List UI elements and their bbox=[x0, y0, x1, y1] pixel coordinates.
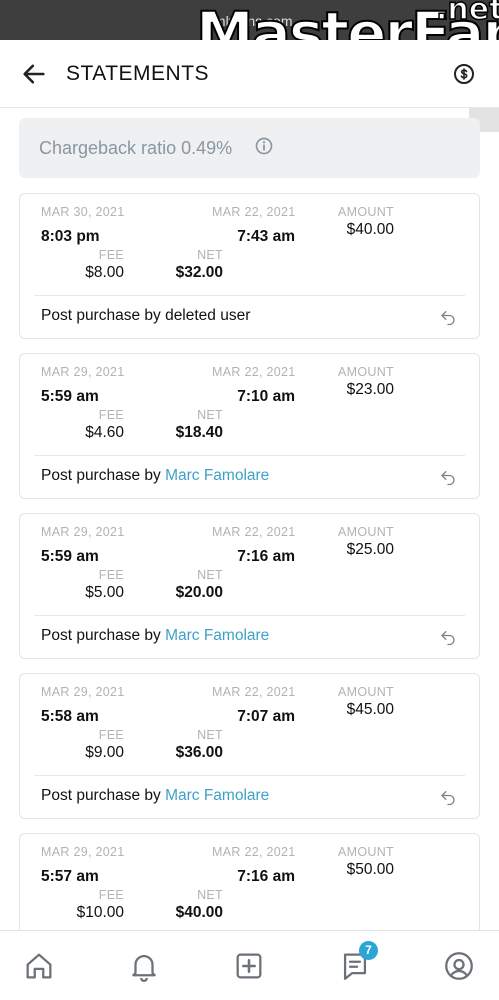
fee-value: $5.00 bbox=[85, 584, 124, 601]
transaction-date: MAR 29, 2021 bbox=[41, 525, 125, 539]
profile-icon[interactable] bbox=[442, 949, 476, 983]
release-time: 7:07 am bbox=[237, 708, 295, 725]
user-link[interactable]: Marc Famolare bbox=[165, 627, 269, 644]
transaction-date: MAR 30, 2021 bbox=[41, 205, 125, 219]
amount-value: $40.00 bbox=[346, 221, 394, 238]
amount-label: AMOUNT bbox=[338, 685, 394, 699]
amount-label: AMOUNT bbox=[338, 845, 394, 859]
net-label: NET bbox=[197, 408, 223, 422]
net-value: $20.00 bbox=[175, 584, 223, 601]
fee-value: $10.00 bbox=[76, 904, 124, 921]
transaction-description: Post purchase by Marc Famolare bbox=[41, 467, 269, 485]
transaction-description: Post purchase by deleted user bbox=[41, 307, 250, 325]
chargeback-ratio-banner: Chargeback ratio 0.49% bbox=[19, 118, 480, 178]
undo-icon[interactable] bbox=[439, 788, 457, 806]
card-divider bbox=[34, 295, 465, 296]
transaction-card[interactable]: MAR 29, 2021 5:59 am MAR 22, 2021 7:16 am AM… bbox=[19, 513, 480, 659]
fee-label: FEE bbox=[98, 408, 124, 422]
amount-value: $25.00 bbox=[346, 541, 394, 558]
chargeback-text: Chargeback ratio 0.49% bbox=[39, 138, 233, 158]
net-label: NET bbox=[197, 248, 223, 262]
amount-value: $50.00 bbox=[346, 861, 394, 878]
net-label: NET bbox=[197, 888, 223, 902]
release-date: MAR 22, 2021 bbox=[212, 365, 296, 379]
card-divider bbox=[34, 455, 465, 456]
release-time: 7:16 am bbox=[237, 868, 295, 885]
fee-label: FEE bbox=[98, 568, 124, 582]
transaction-description: Post purchase by Marc Famolare bbox=[41, 787, 269, 805]
description-text: Post purchase by deleted user bbox=[41, 307, 251, 324]
transaction-description: Post purchase by Marc Famolare bbox=[41, 627, 269, 645]
net-label: NET bbox=[197, 568, 223, 582]
description-text: Post purchase by bbox=[41, 467, 166, 484]
release-time: 7:43 am bbox=[237, 228, 295, 245]
fee-label: FEE bbox=[98, 248, 124, 262]
dollar-refresh-icon[interactable] bbox=[452, 62, 476, 86]
release-date: MAR 22, 2021 bbox=[212, 525, 296, 539]
release-time: 7:16 am bbox=[237, 548, 295, 565]
transaction-time: 5:59 am bbox=[41, 388, 99, 405]
plus-square-icon[interactable] bbox=[232, 949, 266, 983]
messages-badge: 7 bbox=[359, 941, 378, 960]
undo-icon[interactable] bbox=[439, 628, 457, 646]
net-value: $32.00 bbox=[175, 264, 223, 281]
transaction-date: MAR 29, 2021 bbox=[41, 685, 125, 699]
home-icon[interactable] bbox=[22, 949, 56, 983]
back-arrow-icon[interactable] bbox=[20, 60, 48, 88]
fee-value: $9.00 bbox=[85, 744, 124, 761]
transaction-time: 5:59 am bbox=[41, 548, 99, 565]
amount-value: $45.00 bbox=[346, 701, 394, 718]
fee-value: $8.00 bbox=[85, 264, 124, 281]
amount-value: $23.00 bbox=[346, 381, 394, 398]
fee-label: FEE bbox=[98, 728, 124, 742]
transaction-time: 8:03 pm bbox=[41, 228, 100, 245]
net-value: $18.40 bbox=[175, 424, 223, 441]
amount-label: AMOUNT bbox=[338, 525, 394, 539]
watermark-suffix: .net bbox=[435, 0, 499, 28]
description-text: Post purchase by bbox=[41, 627, 166, 644]
bell-icon[interactable] bbox=[127, 949, 161, 983]
undo-icon[interactable] bbox=[439, 468, 457, 486]
page-header: STATEMENTS bbox=[0, 40, 499, 108]
page-title: STATEMENTS bbox=[66, 62, 210, 85]
transaction-time: 5:58 am bbox=[41, 708, 99, 725]
info-icon[interactable] bbox=[255, 137, 273, 155]
transaction-card[interactable]: MAR 30, 2021 8:03 pm MAR 22, 2021 7:43 am AM… bbox=[19, 193, 480, 339]
undo-icon[interactable] bbox=[439, 308, 457, 326]
net-value: $36.00 bbox=[175, 744, 223, 761]
fee-label: FEE bbox=[98, 888, 124, 902]
amount-label: AMOUNT bbox=[338, 205, 394, 219]
transaction-card[interactable]: MAR 29, 2021 5:59 am MAR 22, 2021 7:10 am AM… bbox=[19, 353, 480, 499]
fee-value: $4.60 bbox=[85, 424, 124, 441]
bottom-nav bbox=[0, 930, 499, 1000]
card-divider bbox=[34, 775, 465, 776]
release-date: MAR 22, 2021 bbox=[212, 205, 296, 219]
user-link[interactable]: Marc Famolare bbox=[165, 787, 269, 804]
release-date: MAR 22, 2021 bbox=[212, 845, 296, 859]
card-divider bbox=[34, 615, 465, 616]
transaction-card[interactable]: MAR 29, 2021 5:58 am MAR 22, 2021 7:07 am AM… bbox=[19, 673, 480, 819]
net-value: $40.00 bbox=[175, 904, 223, 921]
net-label: NET bbox=[197, 728, 223, 742]
transaction-time: 5:57 am bbox=[41, 868, 99, 885]
release-time: 7:10 am bbox=[237, 388, 295, 405]
amount-label: AMOUNT bbox=[338, 365, 394, 379]
release-date: MAR 22, 2021 bbox=[212, 685, 296, 699]
transaction-date: MAR 29, 2021 bbox=[41, 845, 125, 859]
user-link[interactable]: Marc Famolare bbox=[165, 467, 269, 484]
description-text: Post purchase by bbox=[41, 787, 166, 804]
transaction-date: MAR 29, 2021 bbox=[41, 365, 125, 379]
